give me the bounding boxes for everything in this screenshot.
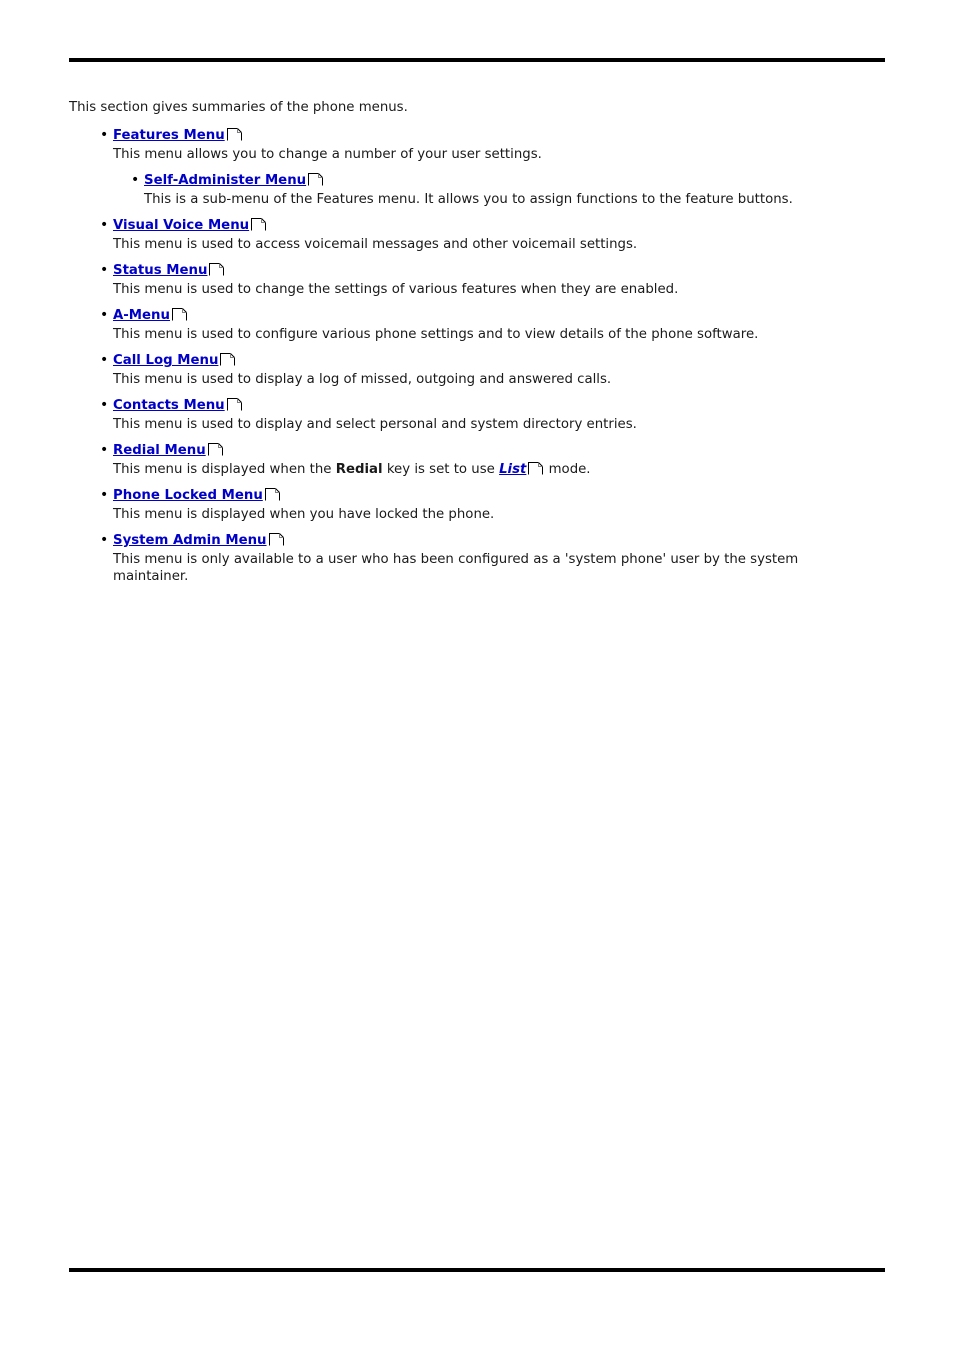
document-page: This section gives summaries of the phon… [0,0,954,1351]
menu-heading-phone-locked: Phone Locked Menu [113,487,899,505]
menu-description-phone-locked: This menu is displayed when you have loc… [113,507,495,522]
redial-desc-after: mode. [544,462,591,477]
list-item: Call Log Menu This menu is used to displ… [69,351,899,388]
sub-menu-list: Self-Administer Menu This is a sub-menu … [113,171,899,208]
link-status-menu[interactable]: Status Menu [113,263,207,278]
link-call-log-menu[interactable]: Call Log Menu [113,353,218,368]
redial-key-label: Redial [335,462,383,477]
menu-heading-call-log: Call Log Menu [113,352,899,370]
page-link-icon [207,443,223,456]
page-link-icon [528,462,544,475]
redial-desc-before: This menu is displayed when the [113,462,336,477]
link-redial-menu[interactable]: Redial Menu [113,443,206,458]
page-link-icon [308,173,324,186]
menu-heading-status: Status Menu [113,262,899,280]
intro-paragraph: This section gives summaries of the phon… [69,100,408,115]
list-item: Status Menu This menu is used to change … [69,261,899,298]
list-item: Features Menu This menu allows you to ch… [69,126,899,208]
menu-description-call-log: This menu is used to display a log of mi… [113,372,612,387]
footer-rule [69,1268,885,1272]
menu-description-visual-voice: This menu is used to access voicemail me… [113,237,638,252]
menu-description-redial: This menu is displayed when the Redial k… [113,461,899,478]
header-rule [69,58,885,62]
menu-heading-self-administer: Self-Administer Menu [144,172,899,190]
page-link-icon [264,488,280,501]
menu-heading-redial: Redial Menu [113,442,899,460]
list-item: A-Menu This menu is used to configure va… [69,306,899,343]
menu-heading-visual-voice: Visual Voice Menu [113,217,899,235]
list-item: Phone Locked Menu This menu is displayed… [69,486,899,523]
page-link-icon [172,308,187,321]
page-link-icon [251,218,267,231]
list-item: System Admin Menu This menu is only avai… [69,531,899,585]
menu-heading-contacts: Contacts Menu [113,397,899,415]
page-link-icon [220,353,236,366]
page-link-icon [226,128,242,141]
page-content: This section gives summaries of the phon… [69,99,899,594]
menu-heading-features: Features Menu [113,127,899,145]
page-link-icon [226,398,242,411]
link-list-mode[interactable]: List [499,462,526,477]
list-item: Self-Administer Menu This is a sub-menu … [113,171,899,208]
link-contacts-menu[interactable]: Contacts Menu [113,398,225,413]
menu-description-a-menu: This menu is used to configure various p… [113,327,759,342]
link-visual-voice-menu[interactable]: Visual Voice Menu [113,218,249,233]
list-item: Visual Voice Menu This menu is used to a… [69,216,899,253]
menu-list: Features Menu This menu allows you to ch… [69,126,899,585]
menu-description-system-admin: This menu is only available to a user wh… [113,552,799,584]
link-a-menu[interactable]: A-Menu [113,308,170,323]
link-phone-locked-menu[interactable]: Phone Locked Menu [113,488,263,503]
page-link-icon [209,263,225,276]
menu-description-self-administer: This is a sub-menu of the Features menu.… [144,192,793,207]
menu-heading-a-menu: A-Menu [113,307,899,325]
page-link-icon [268,533,284,546]
menu-description-status: This menu is used to change the settings… [113,282,679,297]
redial-desc-middle: key is set to use [382,462,500,477]
menu-description-features: This menu allows you to change a number … [113,147,542,162]
menu-description-contacts: This menu is used to display and select … [113,417,637,432]
link-self-administer-menu[interactable]: Self-Administer Menu [144,173,306,188]
list-item: Redial Menu This menu is displayed when … [69,441,899,478]
link-features-menu[interactable]: Features Menu [113,128,225,143]
link-system-admin-menu[interactable]: System Admin Menu [113,533,267,548]
list-item: Contacts Menu This menu is used to displ… [69,396,899,433]
menu-heading-system-admin: System Admin Menu [113,532,899,550]
